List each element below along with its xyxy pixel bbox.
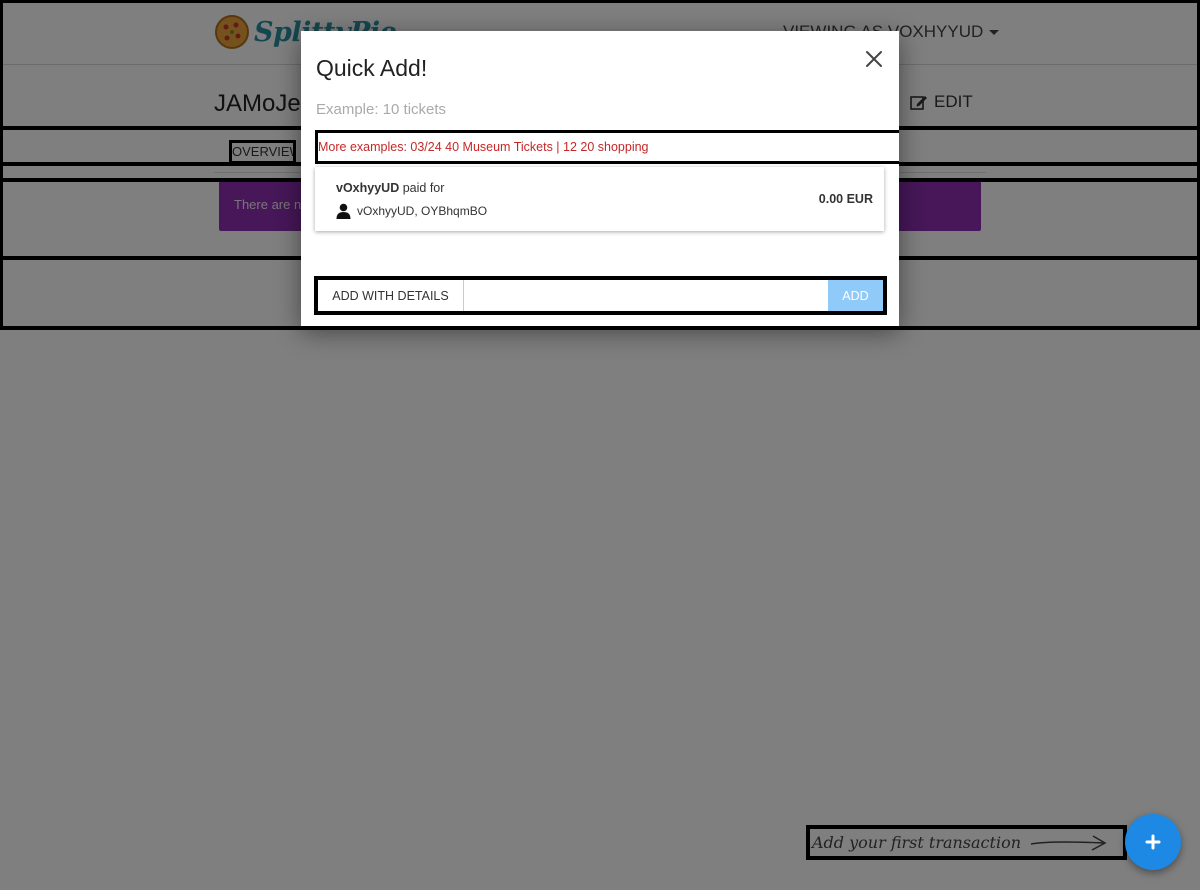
payer-line: vOxhyyUD paid for: [336, 181, 444, 195]
quick-add-input[interactable]: [464, 280, 828, 311]
paid-for-text: paid for: [399, 181, 445, 195]
add-transaction-fab[interactable]: [1125, 814, 1181, 870]
user-icon: [336, 203, 351, 219]
more-examples-text: More examples: 03/24 40 Museum Tickets |…: [315, 130, 899, 164]
hint-text: Add your first transaction: [812, 833, 1021, 852]
close-icon[interactable]: [863, 48, 885, 70]
quick-add-modal: Quick Add! Example: 10 tickets More exam…: [301, 31, 899, 326]
quick-add-bar: ADD WITH DETAILS ADD: [314, 276, 887, 315]
participants-names: vOxhyyUD, OYBhqmBO: [357, 204, 488, 218]
transaction-preview-card: vOxhyyUD paid for vOxhyyUD, OYBhqmBO 0.0…: [315, 167, 884, 231]
participants-line: vOxhyyUD, OYBhqmBO: [336, 203, 487, 219]
first-transaction-hint: Add your first transaction: [806, 825, 1127, 860]
add-with-details-button[interactable]: ADD WITH DETAILS: [318, 280, 464, 311]
add-button[interactable]: ADD: [828, 280, 883, 311]
payer-name: vOxhyyUD: [336, 181, 400, 195]
arrow-right-icon: [1030, 834, 1107, 851]
preview-amount: 0.00 EUR: [818, 192, 873, 206]
example-text: Example: 10 tickets: [316, 101, 447, 118]
modal-title: Quick Add!: [316, 55, 428, 81]
plus-icon: [1145, 834, 1161, 850]
